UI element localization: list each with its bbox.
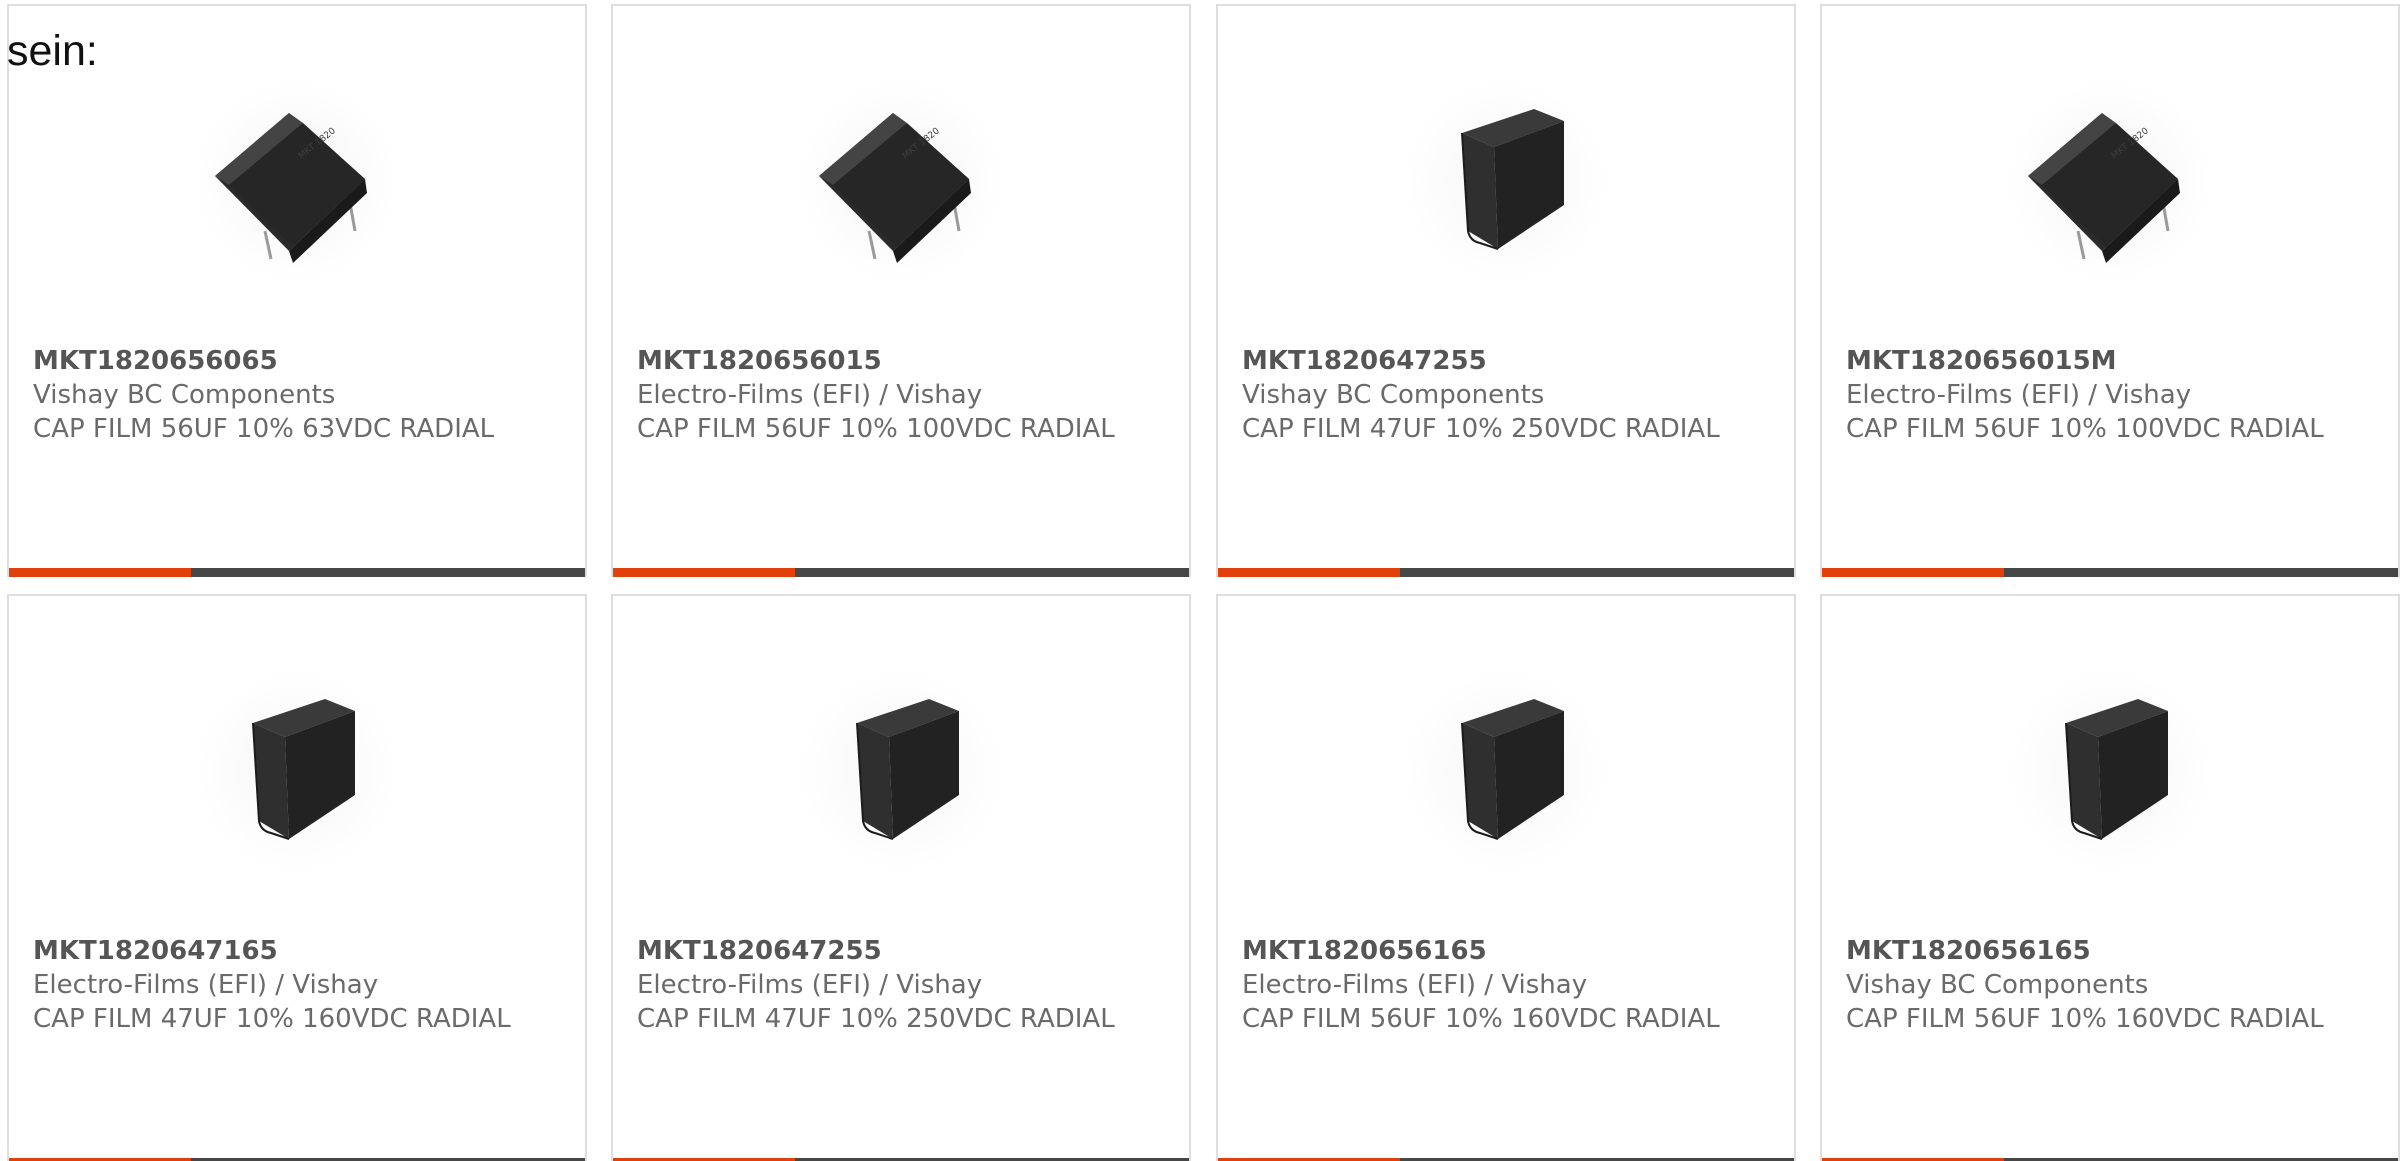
- description: CAP FILM 56UF 10% 63VDC RADIAL: [33, 414, 495, 444]
- product-card[interactable]: MKT1820656165 Vishay BC Components CAP F…: [1820, 594, 2400, 1161]
- capacitor-image[interactable]: [197, 671, 397, 871]
- card-footer-bar: [1822, 568, 2398, 577]
- product-image: MKT 1820: [9, 76, 585, 286]
- description: CAP FILM 47UF 10% 160VDC RADIAL: [33, 1004, 511, 1034]
- description: CAP FILM 47UF 10% 250VDC RADIAL: [637, 1004, 1115, 1034]
- manufacturer: Electro-Films (EFI) / Vishay: [637, 970, 983, 1000]
- description: CAP FILM 56UF 10% 160VDC RADIAL: [1242, 1004, 1720, 1034]
- product-image: MKT 1820: [1822, 76, 2398, 286]
- card-footer-bar: [613, 568, 1189, 577]
- description: CAP FILM 56UF 10% 160VDC RADIAL: [1846, 1004, 2324, 1034]
- product-image: MKT 1820: [613, 76, 1189, 286]
- product-grid-page: sein: MKT 1820 MKT1820656065 Vishay BC C…: [0, 0, 2400, 1161]
- part-number[interactable]: MKT1820656015: [637, 344, 1173, 378]
- manufacturer: Electro-Films (EFI) / Vishay: [33, 970, 379, 1000]
- product-info: MKT1820656065 Vishay BC Components CAP F…: [33, 344, 569, 446]
- part-number[interactable]: MKT1820656165: [1242, 934, 1778, 968]
- product-info: MKT1820647255 Vishay BC Components CAP F…: [1242, 344, 1778, 446]
- card-footer-bar: [9, 568, 585, 577]
- product-info: MKT1820656015M Electro-Films (EFI) / Vis…: [1846, 344, 2382, 446]
- capacitor-image[interactable]: MKT 1820: [801, 81, 1001, 281]
- product-image: [1822, 666, 2398, 876]
- product-card[interactable]: MKT1820647165 Electro-Films (EFI) / Vish…: [7, 594, 587, 1161]
- product-image: [1218, 76, 1794, 286]
- manufacturer: Electro-Films (EFI) / Vishay: [1846, 380, 2192, 410]
- description: CAP FILM 47UF 10% 250VDC RADIAL: [1242, 414, 1720, 444]
- intro-text: sein:: [7, 27, 98, 75]
- product-card[interactable]: MKT 1820 MKT1820656015M Electro-Films (E…: [1820, 4, 2400, 577]
- part-number[interactable]: MKT1820656065: [33, 344, 569, 378]
- product-image: [1218, 666, 1794, 876]
- manufacturer: Vishay BC Components: [1242, 380, 1545, 410]
- description: CAP FILM 56UF 10% 100VDC RADIAL: [1846, 414, 2324, 444]
- product-image: [613, 666, 1189, 876]
- card-accent: [613, 568, 795, 577]
- product-card[interactable]: MKT1820647255 Vishay BC Components CAP F…: [1216, 4, 1796, 577]
- part-number[interactable]: MKT1820656165: [1846, 934, 2382, 968]
- product-card[interactable]: MKT 1820 MKT1820656015 Electro-Films (EF…: [611, 4, 1191, 577]
- product-card[interactable]: MKT1820647255 Electro-Films (EFI) / Vish…: [611, 594, 1191, 1161]
- capacitor-image[interactable]: [1406, 671, 1606, 871]
- product-image: [9, 666, 585, 876]
- product-card[interactable]: MKT 1820 MKT1820656065 Vishay BC Compone…: [7, 4, 587, 577]
- manufacturer: Electro-Films (EFI) / Vishay: [1242, 970, 1588, 1000]
- description: CAP FILM 56UF 10% 100VDC RADIAL: [637, 414, 1115, 444]
- product-info: MKT1820656015 Electro-Films (EFI) / Vish…: [637, 344, 1173, 446]
- product-info: MKT1820656165 Vishay BC Components CAP F…: [1846, 934, 2382, 1036]
- capacitor-image[interactable]: [2010, 671, 2210, 871]
- product-info: MKT1820647255 Electro-Films (EFI) / Vish…: [637, 934, 1173, 1036]
- card-accent: [1822, 568, 2004, 577]
- card-footer-bar: [1218, 568, 1794, 577]
- product-info: MKT1820656165 Electro-Films (EFI) / Vish…: [1242, 934, 1778, 1036]
- capacitor-image[interactable]: [801, 671, 1001, 871]
- product-card[interactable]: MKT1820656165 Electro-Films (EFI) / Vish…: [1216, 594, 1796, 1161]
- capacitor-image[interactable]: [1406, 81, 1606, 281]
- manufacturer: Vishay BC Components: [1846, 970, 2149, 1000]
- manufacturer: Vishay BC Components: [33, 380, 336, 410]
- part-number[interactable]: MKT1820656015M: [1846, 344, 2382, 378]
- product-info: MKT1820647165 Electro-Films (EFI) / Vish…: [33, 934, 569, 1036]
- part-number[interactable]: MKT1820647255: [637, 934, 1173, 968]
- capacitor-image[interactable]: MKT 1820: [197, 81, 397, 281]
- part-number[interactable]: MKT1820647255: [1242, 344, 1778, 378]
- part-number[interactable]: MKT1820647165: [33, 934, 569, 968]
- card-accent: [1218, 568, 1400, 577]
- capacitor-image[interactable]: MKT 1820: [2010, 81, 2210, 281]
- manufacturer: Electro-Films (EFI) / Vishay: [637, 380, 983, 410]
- card-accent: [9, 568, 191, 577]
